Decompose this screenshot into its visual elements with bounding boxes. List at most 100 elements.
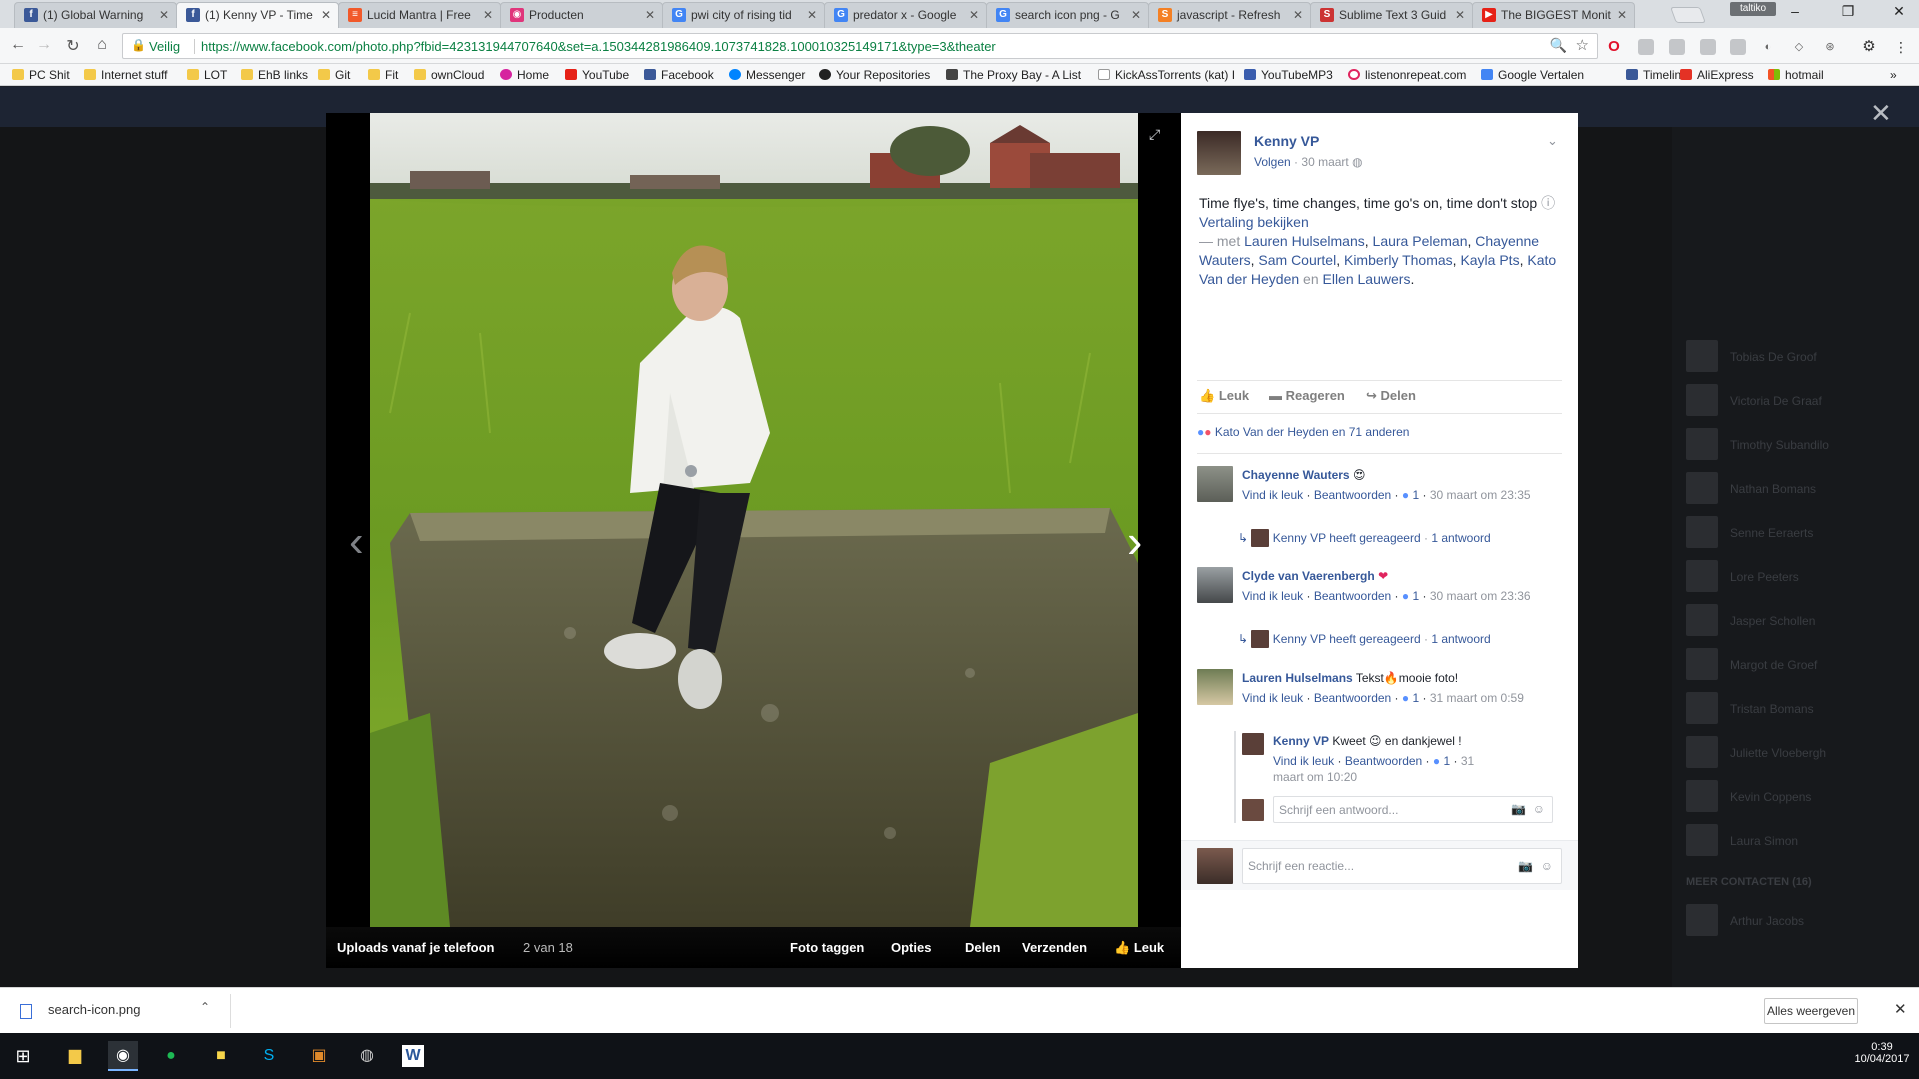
close-tab-icon[interactable]: ✕ [645,3,655,27]
bookmark-star-icon[interactable]: ☆ [1576,36,1589,54]
sublime-text-icon[interactable]: ▣ [304,1041,334,1071]
bookmark-link[interactable]: listenonrepeat.com [1348,68,1466,82]
browser-tab[interactable]: S Sublime Text 3 Guid ✕ [1310,2,1473,28]
extension-icon[interactable] [1638,39,1654,55]
reactions-summary[interactable]: ●● Kato Van der Heyden en 71 anderen [1197,425,1409,439]
photo[interactable] [370,113,1138,927]
bookmark-folder[interactable]: Fit [368,68,398,82]
bookmark-folder[interactable]: ownCloud [414,68,484,82]
post-date[interactable]: 30 maart [1301,155,1348,169]
comment-like-count[interactable]: 1 [1412,488,1419,502]
close-tab-icon[interactable]: ✕ [159,3,169,27]
close-tab-icon[interactable]: ✕ [1131,3,1141,27]
extension-icon[interactable]: ⊛ [1822,39,1838,55]
clock[interactable]: 0:39 10/04/2017 [1852,1041,1912,1065]
sidebar-contact[interactable]: Arthur Jacobs [1686,904,1911,938]
show-all-downloads-button[interactable]: Alles weergeven [1764,998,1858,1024]
close-tab-icon[interactable]: ✕ [321,3,331,27]
home-icon[interactable]: ⌂ [92,36,112,54]
comment-like-count[interactable]: 1 [1412,589,1419,603]
post-share-button[interactable]: ↪ Delen [1366,388,1416,404]
bookmark-link[interactable]: KickAssTorrents (kat) I [1098,68,1235,82]
bookmark-folder[interactable]: Internet stuff [84,68,168,82]
url-text[interactable]: https://www.facebook.com/photo.php?fbid=… [201,39,996,54]
windows-start-icon[interactable]: ⊞ [8,1041,38,1071]
follow-link[interactable]: Volgen [1254,155,1291,169]
next-photo-chevron-icon[interactable]: › [1127,518,1142,564]
comment-like-link[interactable]: Vind ik leuk [1242,691,1303,705]
bookmark-folder[interactable]: Git [318,68,350,82]
download-filename[interactable]: search-icon.png [48,1002,141,1017]
previous-photo-chevron-icon[interactable]: ‹ [349,520,364,564]
bookmark-folder[interactable]: EhB links [241,68,308,82]
close-tab-icon[interactable]: ✕ [1455,3,1465,27]
tagged-friend-link[interactable]: Lauren Hulselmans [1244,233,1365,249]
replies-summary[interactable]: ↳ Kenny VP heeft gereageerd · 1 antwoord [1238,630,1491,648]
bookmark-link[interactable]: Messenger [729,68,805,82]
comment-time[interactable]: 31 maart om 0:59 [1430,691,1524,705]
back-arrow-icon[interactable]: ← [8,36,28,54]
file-explorer-icon[interactable]: ▆ [60,1041,90,1071]
options-button[interactable]: Opties [891,940,931,955]
tagged-friend-link[interactable]: Ellen Lauwers [1323,271,1411,287]
reply-reply-link[interactable]: Beantwoorden [1345,754,1422,768]
extension-icon[interactable]: ◐ [1760,39,1776,55]
fullscreen-expand-icon[interactable]: ⤢ [1149,126,1160,143]
bookmark-link[interactable]: Home [500,68,549,82]
bookmark-folder[interactable]: PC Shit [12,68,70,82]
menu-dots-icon[interactable]: ⋮ [1893,39,1909,55]
browser-tab[interactable]: Gsearch icon png - G ✕ [986,2,1149,28]
reload-icon[interactable]: ↻ [63,36,83,56]
extension-icon[interactable] [1730,39,1746,55]
post-options-chevron-icon[interactable]: ⌄ [1547,133,1558,149]
skype-icon[interactable]: S [254,1041,284,1071]
reply-like-link[interactable]: Vind ik leuk [1273,754,1334,768]
chrome-icon[interactable]: ◉ [108,1041,138,1071]
close-tab-icon[interactable]: ✕ [807,3,817,27]
browser-tab[interactable]: Gpwi city of rising tid ✕ [662,2,825,28]
commenter-name[interactable]: Lauren Hulselmans [1242,671,1353,685]
bookmark-link[interactable]: YouTubeMP3 [1244,68,1333,82]
album-link[interactable]: Uploads vanaf je telefoon [337,940,494,955]
zoom-icon[interactable]: 🔍 [1550,37,1567,54]
browser-tab-active[interactable]: f (1) Kenny VP - Time ✕ [176,2,339,28]
profile-badge[interactable]: taltiko [1730,2,1776,16]
emoji-icon[interactable]: ☺ [1541,859,1553,873]
download-menu-chevron-icon[interactable]: ⌃ [200,1000,210,1014]
comment-like-count[interactable]: 1 [1412,691,1419,705]
app-icon[interactable]: ◍ [352,1041,382,1071]
word-icon[interactable]: W [402,1045,424,1067]
author-avatar[interactable] [1197,131,1241,175]
sidebar-contact[interactable]: Tristan Bomans [1686,692,1911,726]
post-comment-button[interactable]: ▬ Reageren [1269,388,1345,403]
spotify-icon[interactable]: ● [156,1041,186,1071]
camera-icon[interactable]: 📷 [1518,859,1533,873]
bookmark-link[interactable]: Your Repositories [819,68,930,82]
close-download-bar-icon[interactable]: ✕ [1894,1000,1907,1018]
extension-icon[interactable] [1700,39,1716,55]
sidebar-contact[interactable]: Margot de Groef [1686,648,1911,682]
sidebar-contact[interactable]: Timothy Subandilo [1686,428,1911,462]
comment-reply-link[interactable]: Beantwoorden [1314,589,1391,603]
browser-tab[interactable]: Sjavascript - Refresh ✕ [1148,2,1311,28]
comment-like-link[interactable]: Vind ik leuk [1242,488,1303,502]
share-button[interactable]: Delen [965,940,1000,955]
comment-time[interactable]: 30 maart om 23:35 [1430,488,1531,502]
commenter-avatar[interactable] [1197,466,1233,502]
minimize-icon[interactable]: – [1780,3,1810,19]
settings-gear-icon[interactable]: ⚙ [1861,39,1877,55]
commenter-name[interactable]: Chayenne Wauters [1242,468,1350,482]
restore-icon[interactable]: ❐ [1833,3,1863,20]
sidebar-contact[interactable]: Kevin Coppens [1686,780,1911,814]
new-tab-button[interactable] [1670,7,1706,23]
sidebar-contact[interactable]: Juliette Vloebergh [1686,736,1911,770]
browser-tab[interactable]: Gpredator x - Google ✕ [824,2,987,28]
sidebar-contact[interactable]: Senne Eeraerts [1686,516,1911,550]
extension-icon[interactable] [1669,39,1685,55]
commenter-name[interactable]: Clyde van Vaerenbergh [1242,569,1375,583]
bookmark-link[interactable]: AliExpress [1680,68,1754,82]
send-button[interactable]: Verzenden [1022,940,1087,955]
bookmark-link[interactable]: YouTube [565,68,629,82]
opera-icon[interactable]: O [1606,39,1622,55]
post-like-button[interactable]: 👍 Leuk [1199,388,1249,404]
